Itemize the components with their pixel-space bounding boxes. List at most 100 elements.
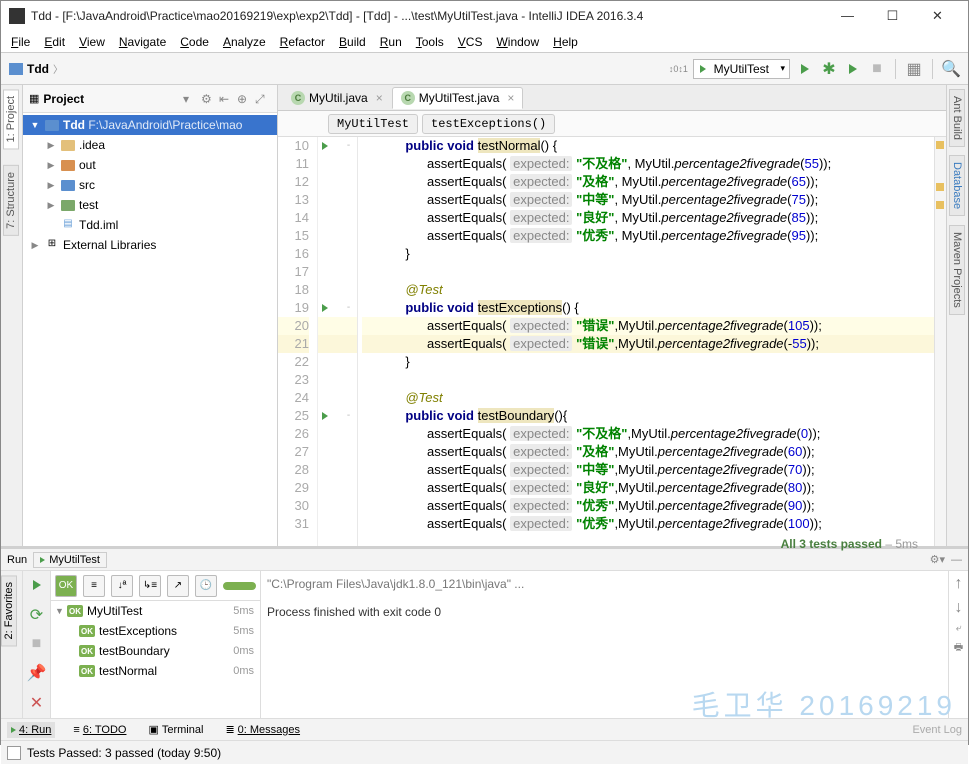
close-button[interactable]: ✕	[915, 2, 960, 30]
menu-vcs[interactable]: VCS	[452, 33, 489, 51]
pin-button[interactable]: 📌	[27, 663, 47, 683]
project-structure-button[interactable]: ▦	[905, 60, 923, 78]
menu-tools[interactable]: Tools	[410, 33, 450, 51]
collapse-icon[interactable]: ⇤	[219, 92, 233, 106]
up-arrow-icon[interactable]: ↑	[955, 575, 963, 593]
menu-file[interactable]: File	[5, 33, 36, 51]
tree-mode-button[interactable]: ↳≡	[139, 575, 161, 597]
gear-icon[interactable]: ⚙	[201, 92, 215, 106]
tree-item-out[interactable]: ▶out	[23, 155, 277, 175]
run-gutter-icon[interactable]	[318, 301, 332, 315]
ant-build-tab[interactable]: Ant Build	[949, 89, 965, 147]
close-tab-icon[interactable]: ×	[507, 91, 514, 105]
menu-refactor[interactable]: Refactor	[274, 33, 331, 51]
run-gutter-icon[interactable]	[318, 409, 332, 423]
editor-tab-MyUtilTest-java[interactable]: CMyUtilTest.java×	[392, 87, 524, 109]
test-status: All 3 tests passed – 5ms	[781, 537, 918, 551]
tree-item-src[interactable]: ▶src	[23, 175, 277, 195]
tab-todo[interactable]: ≡ 6: TODO	[69, 722, 130, 738]
tree-root[interactable]: ▼ Tdd F:\JavaAndroid\Practice\mao	[23, 115, 277, 135]
run-config-selector[interactable]: MyUtilTest ▾	[693, 59, 790, 79]
database-tab[interactable]: Database	[949, 155, 965, 216]
close-tab-icon[interactable]: ×	[376, 91, 383, 105]
history-button[interactable]: 🕒	[195, 575, 217, 597]
tree-item-Tdd-iml[interactable]: ▤Tdd.iml	[23, 215, 277, 235]
chevron-right-icon: 〉	[53, 61, 63, 76]
menu-navigate[interactable]: Navigate	[113, 33, 172, 51]
crumb-class[interactable]: MyUtilTest	[328, 114, 418, 134]
test-tree[interactable]: ▼ OK MyUtilTest 5ms OKtestExceptions5msO…	[51, 601, 260, 718]
print-icon[interactable]: 🖶	[954, 640, 963, 657]
coverage-button[interactable]	[844, 60, 862, 78]
menu-help[interactable]: Help	[547, 33, 584, 51]
warning-marker[interactable]	[936, 201, 944, 209]
favorites-tab[interactable]: 2: Favorites	[1, 575, 17, 646]
debug-button[interactable]: ✱	[820, 60, 838, 78]
search-everywhere-button[interactable]: 🔍	[942, 60, 960, 78]
down-arrow-icon[interactable]: ↓	[955, 599, 963, 617]
warning-marker[interactable]	[936, 183, 944, 191]
debug-gutter-button[interactable]: ⟳	[30, 605, 43, 625]
tree-item-test[interactable]: ▶test	[23, 195, 277, 215]
run-gutter-icon[interactable]	[318, 139, 332, 153]
marker-strip[interactable]	[934, 137, 946, 546]
run-panel-label: Run	[7, 554, 27, 566]
code-editor[interactable]: 1011121314151617181920212223242526272829…	[278, 137, 946, 546]
sort-button[interactable]: ↓ª	[111, 575, 133, 597]
maven-tab[interactable]: Maven Projects	[949, 225, 965, 315]
menu-code[interactable]: Code	[174, 33, 215, 51]
test-item-testBoundary[interactable]: OKtestBoundary0ms	[51, 641, 260, 661]
breadcrumb-root[interactable]: Tdd	[27, 62, 49, 76]
menu-build[interactable]: Build	[333, 33, 372, 51]
target-icon[interactable]: ⊕	[237, 92, 251, 106]
stop-gutter-button[interactable]: ■	[32, 635, 42, 653]
ok-badge-icon: OK	[67, 605, 83, 617]
dropdown-icon[interactable]: ▾	[183, 92, 197, 106]
test-root[interactable]: ▼ OK MyUtilTest 5ms	[51, 601, 260, 621]
expand-button[interactable]: ≡	[83, 575, 105, 597]
crumb-method[interactable]: testExceptions()	[422, 114, 555, 134]
tab-messages[interactable]: ≣ 0: Messages	[221, 721, 304, 738]
favorites-strip: 2: Favorites	[1, 571, 23, 718]
show-passed-button[interactable]: OK	[55, 575, 77, 597]
gear-icon[interactable]: ⚙▾	[930, 553, 945, 566]
project-tree[interactable]: ▼ Tdd F:\JavaAndroid\Practice\mao ▶.idea…	[23, 113, 277, 546]
menu-edit[interactable]: Edit	[38, 33, 71, 51]
toggle-icon[interactable]: ↕0↕1	[669, 60, 687, 78]
status-icon[interactable]	[7, 746, 21, 760]
stop-button[interactable]: ■	[868, 60, 886, 78]
minimize-panel-icon[interactable]: —	[951, 554, 962, 566]
left-tool-strip: 1: Project 7: Structure	[1, 85, 23, 546]
test-progress-bar	[223, 582, 256, 590]
event-log-tab[interactable]: Event Log	[912, 724, 962, 736]
warning-marker[interactable]	[936, 141, 944, 149]
wrap-icon[interactable]: ⤶	[956, 623, 962, 634]
project-view-icon[interactable]: ▦	[29, 92, 39, 105]
rerun-button[interactable]	[33, 577, 41, 595]
menu-window[interactable]: Window	[490, 33, 545, 51]
hide-icon[interactable]: ⤢	[255, 92, 269, 106]
menu-analyze[interactable]: Analyze	[217, 33, 272, 51]
editor-tab-MyUtil-java[interactable]: CMyUtil.java×	[282, 87, 392, 109]
maximize-button[interactable]: ☐	[870, 2, 915, 30]
export-button[interactable]: ↗	[167, 575, 189, 597]
minimize-button[interactable]: —	[825, 2, 870, 30]
close-run-button[interactable]: ✕	[30, 693, 43, 713]
tree-external-libs[interactable]: ▶⊞External Libraries	[23, 235, 277, 255]
bottom-tool-tabs: 4: Run ≡ 6: TODO ▣ Terminal ≣ 0: Message…	[1, 718, 968, 740]
run-panel-config[interactable]: MyUtilTest	[33, 552, 107, 568]
console-line: Process finished with exit code 0	[267, 605, 942, 619]
tab-run[interactable]: 4: Run	[7, 722, 55, 738]
class-icon: C	[291, 91, 305, 105]
structure-tool-tab[interactable]: 7: Structure	[3, 165, 19, 236]
menu-view[interactable]: View	[73, 33, 111, 51]
run-action-gutter: ⟳ ■ 📌 ✕	[23, 571, 51, 718]
menu-run[interactable]: Run	[374, 33, 408, 51]
test-item-testExceptions[interactable]: OKtestExceptions5ms	[51, 621, 260, 641]
run-button[interactable]	[796, 60, 814, 78]
run-console[interactable]: All 3 tests passed – 5ms "C:\Program Fil…	[261, 571, 948, 718]
project-tool-tab[interactable]: 1: Project	[3, 89, 19, 149]
test-item-testNormal[interactable]: OKtestNormal0ms	[51, 661, 260, 681]
tab-terminal[interactable]: ▣ Terminal	[144, 721, 207, 738]
tree-item--idea[interactable]: ▶.idea	[23, 135, 277, 155]
